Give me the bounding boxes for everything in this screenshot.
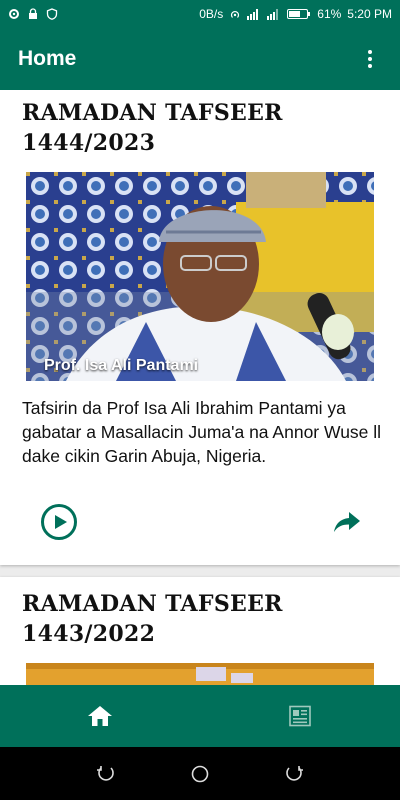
card-thumbnail-image bbox=[26, 663, 374, 685]
more-vertical-icon[interactable] bbox=[358, 47, 382, 71]
signal-secondary-icon bbox=[267, 9, 279, 20]
app-bar: Home bbox=[0, 28, 400, 90]
home-icon bbox=[88, 706, 112, 726]
back-icon[interactable] bbox=[285, 765, 303, 783]
system-navigation-bar bbox=[0, 747, 400, 800]
shield-icon bbox=[46, 8, 58, 20]
card-title: RAMADAN TAFSEER 1443/2022 bbox=[22, 591, 283, 647]
card-thumbnail[interactable]: Prof. Isa Ali Pantami bbox=[26, 172, 374, 381]
clock: 5:20 PM bbox=[347, 7, 392, 21]
recents-icon[interactable] bbox=[97, 765, 115, 783]
card-title: RAMADAN TAFSEER 1444/2023 bbox=[22, 100, 283, 156]
settings-icon bbox=[9, 9, 19, 19]
nav-item-home[interactable] bbox=[0, 685, 200, 747]
share-icon[interactable] bbox=[333, 510, 361, 534]
battery-icon bbox=[287, 9, 311, 19]
lock-icon bbox=[29, 8, 37, 19]
hotspot-icon bbox=[231, 11, 240, 18]
bottom-navigation bbox=[0, 685, 400, 747]
tafseer-card[interactable]: RAMADAN TAFSEER 1443/2022 bbox=[0, 577, 400, 685]
thumbnail-caption: Prof. Isa Ali Pantami bbox=[44, 357, 199, 374]
newspaper-icon bbox=[289, 705, 311, 727]
nav-item-articles[interactable] bbox=[200, 685, 400, 747]
card-description: Tafsirin da Prof Isa Ali Ibrahim Pantami… bbox=[22, 398, 382, 466]
card-thumbnail[interactable] bbox=[26, 663, 374, 685]
battery-percent: 61% bbox=[317, 7, 342, 21]
speaker-photo bbox=[26, 172, 374, 381]
tafseer-card[interactable]: RAMADAN TAFSEER 1444/2023 Prof. Isa Ali … bbox=[0, 90, 400, 565]
page-title: Home bbox=[18, 47, 77, 70]
signal-icon bbox=[247, 9, 259, 20]
network-speed: 0B/s bbox=[199, 7, 224, 21]
content-list[interactable]: RAMADAN TAFSEER 1444/2023 Prof. Isa Ali … bbox=[0, 90, 400, 685]
home-circle-icon[interactable] bbox=[190, 764, 210, 784]
app-screen: 0B/s 61% 5:20 PM Home RAMADAN TAFSEER 14… bbox=[0, 0, 400, 800]
status-bar: 0B/s 61% 5:20 PM bbox=[0, 0, 400, 28]
play-circle-icon[interactable] bbox=[40, 503, 78, 541]
